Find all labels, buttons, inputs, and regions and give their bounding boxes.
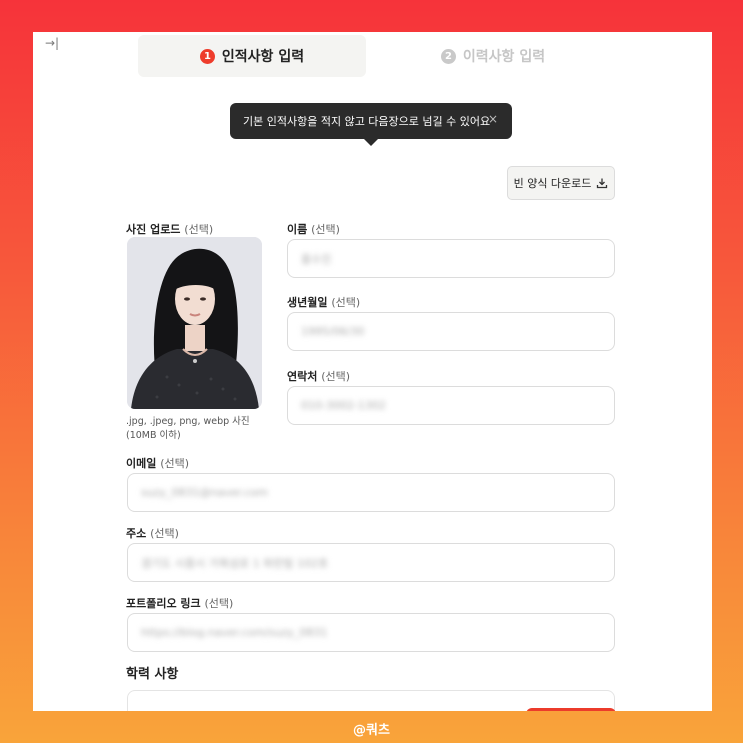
photo-upload-label: 사진 업로드 (선택) — [126, 223, 214, 236]
step-label: 이력사항 입력 — [462, 49, 546, 65]
step-number-badge: 2 — [440, 48, 456, 64]
email-input[interactable]: suzy_0831@naver.com — [127, 473, 615, 512]
address-label: 주소 (선택) — [126, 527, 179, 540]
resume-form-card: →| 1 인적사항 입력 2 이력사항 입력 기본 인적사항을 적지 않고 다음… — [33, 32, 712, 711]
name-label: 이름 (선택) — [287, 223, 340, 236]
phone-label: 연락처 (선택) — [287, 370, 351, 383]
skip-tooltip: 기본 인적사항을 적지 않고 다음장으로 넘길 수 있어요 × — [230, 103, 512, 146]
address-value: 경기도 시흥시 거북섬로 1 파란빌 102호 — [141, 556, 329, 570]
collapse-sidebar-icon[interactable]: →| — [45, 36, 59, 50]
download-blank-form-button[interactable]: 빈 양식 다운로드 — [507, 166, 615, 200]
profile-photo-image — [127, 237, 262, 409]
portfolio-link-input[interactable]: https://blog.naver.com/suzy_0831 — [127, 613, 615, 652]
step-number-badge: 1 — [199, 48, 215, 64]
add-education-button[interactable] — [526, 708, 616, 711]
birth-label: 생년월일 (선택) — [287, 296, 361, 309]
portfolio-label: 포트폴리오 링크 (선택) — [126, 597, 234, 610]
phone-input[interactable]: 010-3002-1302 — [287, 386, 615, 425]
name-input[interactable]: 홍수진 — [287, 239, 615, 278]
step-label: 인적사항 입력 — [221, 49, 305, 65]
tab-step-personal-info[interactable]: 1 인적사항 입력 — [138, 35, 366, 77]
watermark-text: @쿼츠 — [353, 723, 390, 738]
phone-value: 010-3002-1302 — [301, 399, 386, 412]
photo-format-hint: .jpg, .jpeg, png, webp 사진 (10MB 이하) — [126, 416, 250, 441]
download-button-label: 빈 양식 다운로드 — [513, 177, 592, 190]
email-value: suzy_0831@naver.com — [141, 486, 268, 499]
portfolio-value: https://blog.naver.com/suzy_0831 — [141, 626, 328, 639]
birth-value: 1995/06/30 — [301, 325, 365, 338]
tooltip-text: 기본 인적사항을 적지 않고 다음장으로 넘길 수 있어요 — [243, 115, 491, 128]
close-icon[interactable]: × — [488, 112, 498, 126]
download-icon — [597, 178, 608, 189]
address-input[interactable]: 경기도 시흥시 거북섬로 1 파란빌 102호 — [127, 543, 615, 582]
education-section-title: 학력 사항 — [126, 667, 179, 682]
email-label: 이메일 (선택) — [126, 457, 190, 470]
birthdate-input[interactable]: 1995/06/30 — [287, 312, 615, 351]
profile-photo-upload[interactable] — [127, 237, 262, 409]
tab-step-career-info[interactable]: 2 이력사항 입력 — [413, 35, 573, 77]
name-value: 홍수진 — [301, 252, 332, 266]
